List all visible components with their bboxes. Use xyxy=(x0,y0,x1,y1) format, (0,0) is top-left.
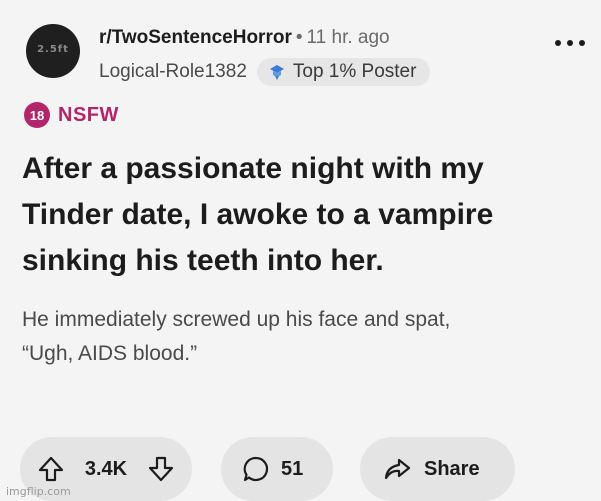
subreddit-avatar[interactable]: 2.5ft xyxy=(26,24,80,78)
comment-icon xyxy=(243,456,269,482)
badge-label: Top 1% Poster xyxy=(292,61,417,82)
post-title[interactable]: After a passionate night with my Tinder … xyxy=(22,146,582,284)
post-meta: r/TwoSentenceHorror • 11 hr. ago xyxy=(99,27,390,49)
post-time: 11 hr. ago xyxy=(306,27,390,48)
poster-badge-icon xyxy=(269,65,284,80)
meta-separator: • xyxy=(295,27,303,48)
vote-count: 3.4K xyxy=(84,457,128,480)
top-poster-badge: Top 1% Poster xyxy=(256,58,431,86)
watermark: imgflip.com xyxy=(6,485,71,498)
age-18-icon: 18 xyxy=(24,102,50,128)
dot xyxy=(579,40,585,46)
dot xyxy=(555,40,561,46)
more-options-icon[interactable] xyxy=(555,36,585,50)
reddit-post: 2.5ft r/TwoSentenceHorror • 11 hr. ago Log… xyxy=(0,0,601,501)
share-button[interactable]: Share xyxy=(360,437,515,501)
nsfw-label: NSFW xyxy=(58,103,119,126)
downvote-icon[interactable] xyxy=(146,454,176,484)
comments-button[interactable]: 51 xyxy=(221,437,333,501)
nsfw-tag: 18 NSFW xyxy=(24,102,119,128)
share-icon xyxy=(384,458,411,480)
dot xyxy=(567,40,573,46)
comment-count: 51 xyxy=(281,457,304,480)
share-label: Share xyxy=(424,457,480,480)
subreddit-link[interactable]: r/TwoSentenceHorror xyxy=(99,27,292,48)
author-link[interactable]: Logical-Role1382 xyxy=(99,61,247,83)
avatar-text: 2.5ft xyxy=(37,44,69,55)
post-body: He immediately screwed up his face and s… xyxy=(22,303,582,371)
upvote-icon[interactable] xyxy=(36,454,66,484)
post-body-line: He immediately screwed up his face and s… xyxy=(22,308,451,331)
author-row: Logical-Role1382 Top 1% Poster xyxy=(99,58,431,86)
post-body-line: “Ugh, AIDS blood.” xyxy=(22,342,198,365)
